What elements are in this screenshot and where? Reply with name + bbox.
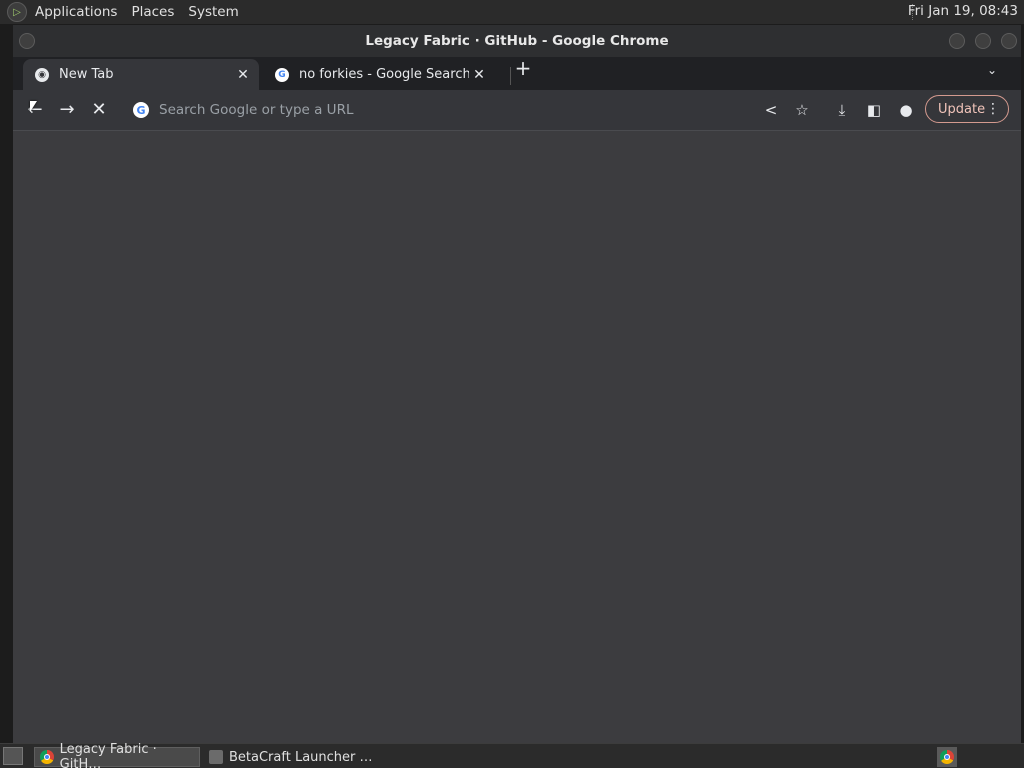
side-panel-icon[interactable]: ◧: [863, 99, 885, 121]
tab-search-chevron-icon[interactable]: ⌄: [987, 63, 997, 77]
update-label: Update: [938, 101, 986, 117]
tab-new-tab[interactable]: ◉ New Tab ✕: [23, 59, 259, 90]
download-icon[interactable]: ⤓: [831, 99, 853, 121]
show-desktop-button[interactable]: [3, 747, 23, 765]
task-label: Legacy Fabric · GitH…: [59, 742, 157, 768]
google-icon: G: [133, 102, 149, 118]
top-menu: Applications Places System: [35, 4, 253, 20]
close-window-button[interactable]: [1001, 33, 1017, 49]
chrome-icon: [40, 750, 54, 764]
task-label: BetaCraft Launcher …: [229, 749, 373, 765]
page-content[interactable]: [13, 131, 1021, 743]
window-titlebar[interactable]: Legacy Fabric · GitHub - Google Chrome: [13, 25, 1021, 57]
close-tab-icon[interactable]: ✕: [233, 67, 253, 83]
clock[interactable]: Fri Jan 19, 08:43: [908, 3, 1018, 19]
update-button[interactable]: Update ⋮: [925, 95, 1009, 123]
window-menu-button[interactable]: [19, 33, 35, 49]
forward-button[interactable]: →: [55, 98, 79, 122]
top-panel: ▷ Applications Places System Fri Jan 19,…: [0, 0, 1024, 24]
menu-places[interactable]: Places: [131, 4, 182, 20]
address-input[interactable]: [157, 101, 745, 119]
maximize-button[interactable]: [975, 33, 991, 49]
stop-loading-button[interactable]: ✕: [87, 98, 111, 122]
bookmark-star-icon[interactable]: ☆: [791, 99, 813, 121]
taskbar-item-chrome[interactable]: Legacy Fabric · GitH…: [34, 742, 200, 768]
share-icon[interactable]: <: [760, 99, 782, 121]
google-icon: G: [275, 67, 289, 82]
close-tab-icon[interactable]: ✕: [469, 67, 489, 83]
tab-google-search[interactable]: G no forkies - Google Search ✕: [263, 59, 495, 90]
profile-icon[interactable]: ●: [895, 99, 917, 121]
omnibox[interactable]: G: [125, 94, 745, 126]
mouse-cursor-icon: [30, 101, 37, 112]
window-title: Legacy Fabric · GitHub - Google Chrome: [365, 33, 669, 49]
minimize-button[interactable]: [949, 33, 965, 49]
menu-system[interactable]: System: [188, 4, 246, 20]
browser-window: Legacy Fabric · GitHub - Google Chrome ◉…: [13, 25, 1021, 743]
browser-toolbar: ← → ✕ G < ☆ ⤓ ◧ ● Update ⋮: [13, 90, 1021, 131]
chrome-icon: ◉: [35, 67, 49, 82]
tab-separator: [510, 67, 511, 85]
tab-label: no forkies - Google Search: [299, 67, 469, 82]
app-icon: [209, 750, 223, 764]
distro-logo-icon[interactable]: ▷: [7, 2, 27, 22]
tray-chrome-icon[interactable]: [937, 747, 957, 767]
chrome-icon: [940, 750, 954, 764]
taskbar-item-betacraft[interactable]: BetaCraft Launcher …: [204, 747, 374, 767]
menu-applications[interactable]: Applications: [35, 4, 125, 20]
kebab-menu-icon[interactable]: ⋮: [986, 101, 1000, 117]
tab-label: New Tab: [59, 67, 114, 82]
tab-strip: ◉ New Tab ✕ G no forkies - Google Search…: [13, 57, 1021, 90]
new-tab-button[interactable]: +: [513, 58, 533, 79]
bottom-panel: Legacy Fabric · GitH… BetaCraft Launcher…: [0, 742, 1024, 768]
